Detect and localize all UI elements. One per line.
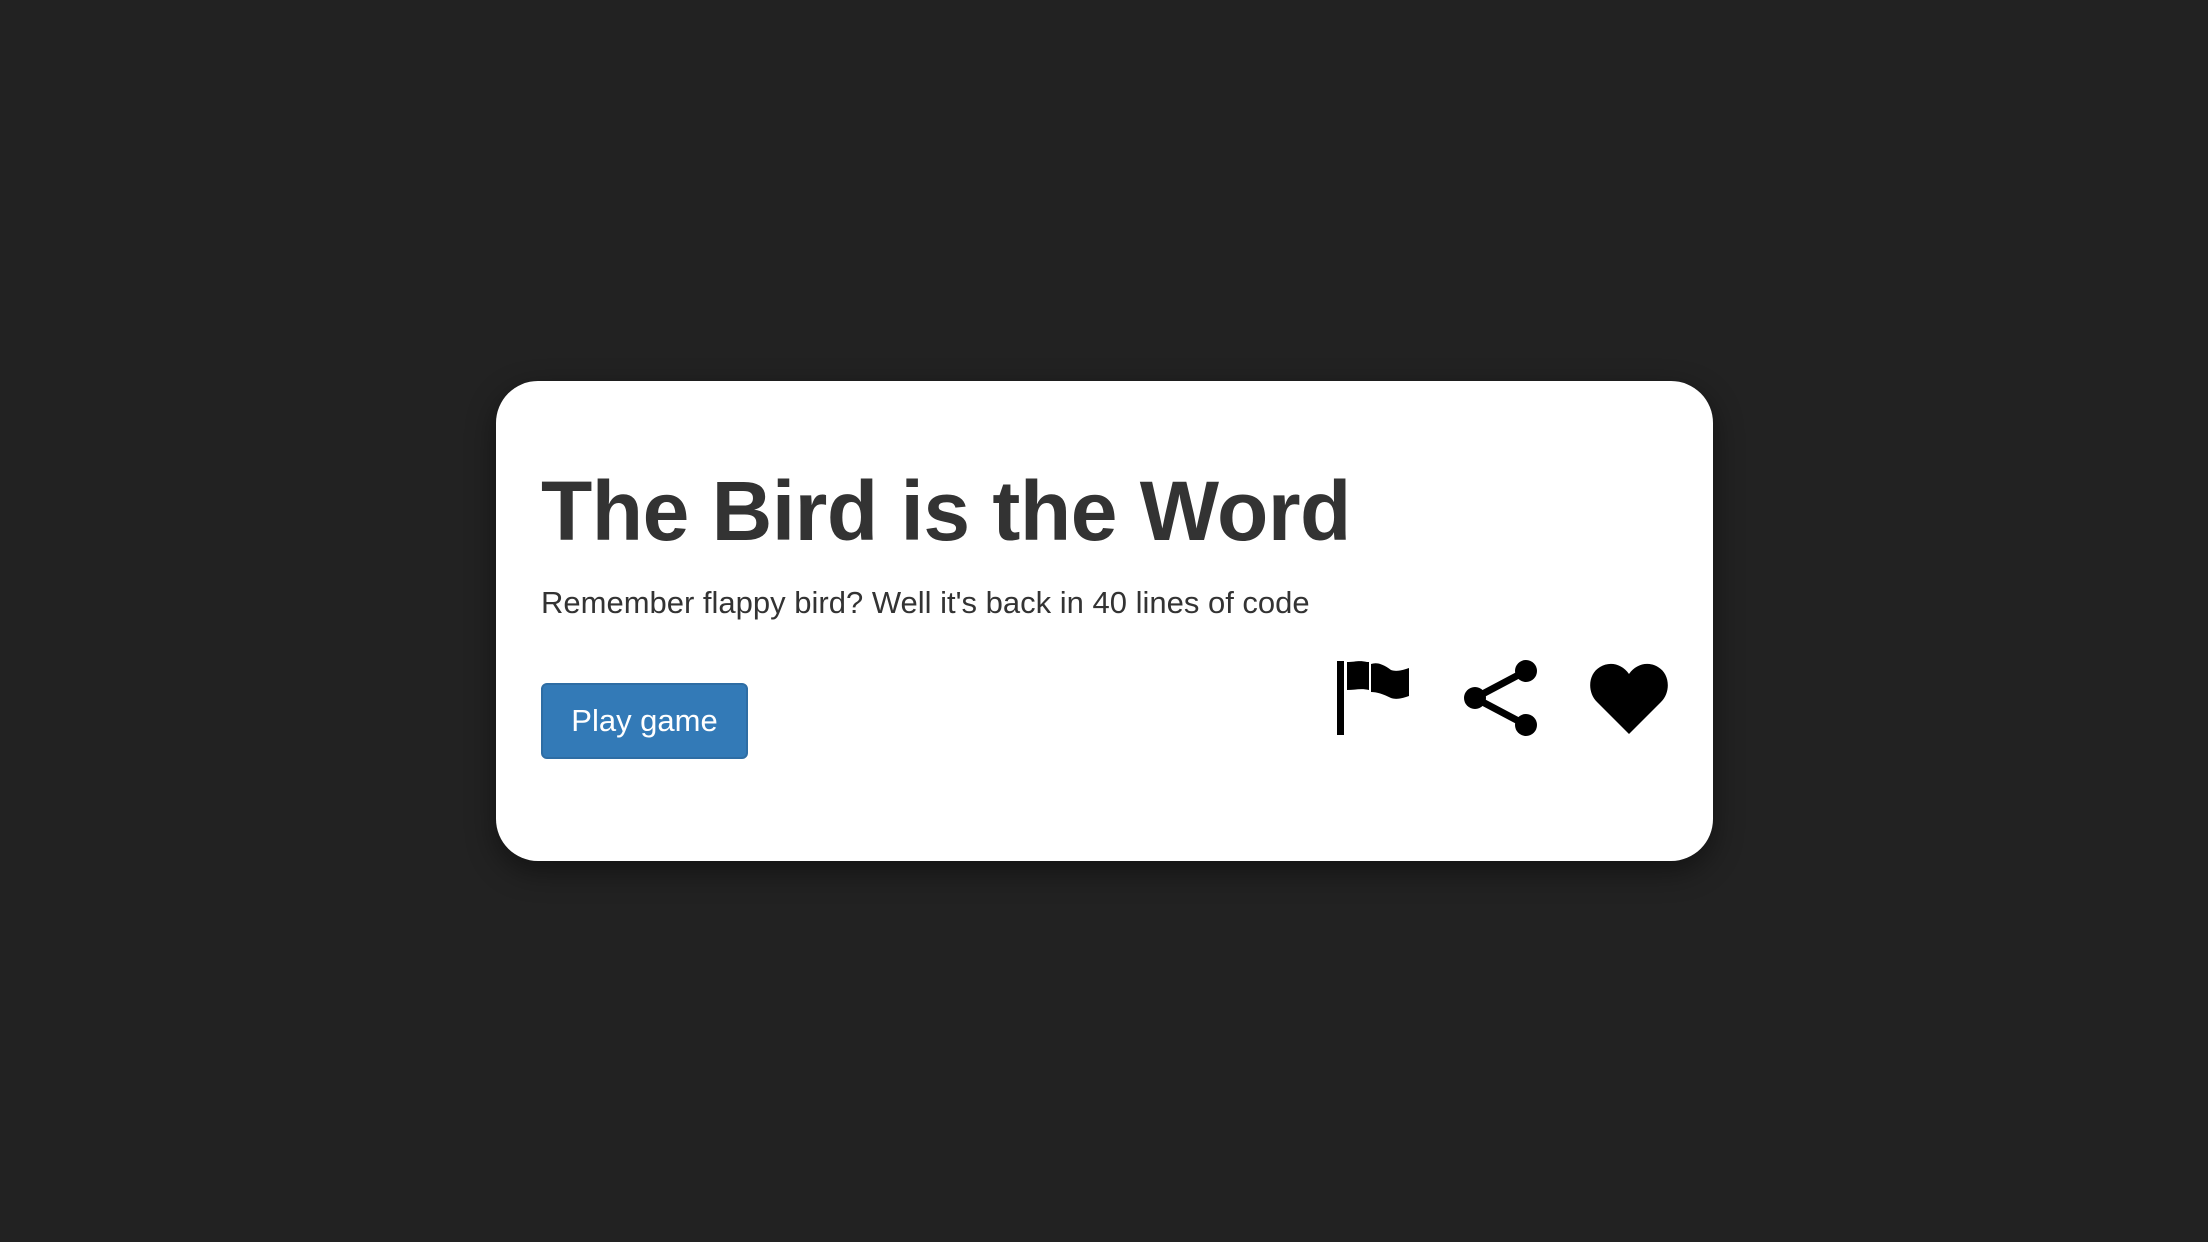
card-description: Remember flappy bird? Well it's back in … bbox=[541, 585, 1310, 620]
like-button[interactable] bbox=[1589, 658, 1669, 738]
share-icon bbox=[1464, 660, 1537, 736]
card-title: The Bird is the Word bbox=[541, 464, 1351, 558]
play-game-button[interactable]: Play game bbox=[541, 683, 748, 759]
page-background: The Bird is the Word Remember flappy bir… bbox=[0, 0, 2208, 1242]
heart-icon bbox=[1590, 663, 1668, 734]
share-button[interactable] bbox=[1461, 658, 1541, 738]
game-card: The Bird is the Word Remember flappy bir… bbox=[496, 381, 1713, 861]
flag-icon bbox=[1337, 661, 1409, 735]
report-button[interactable] bbox=[1333, 658, 1413, 738]
